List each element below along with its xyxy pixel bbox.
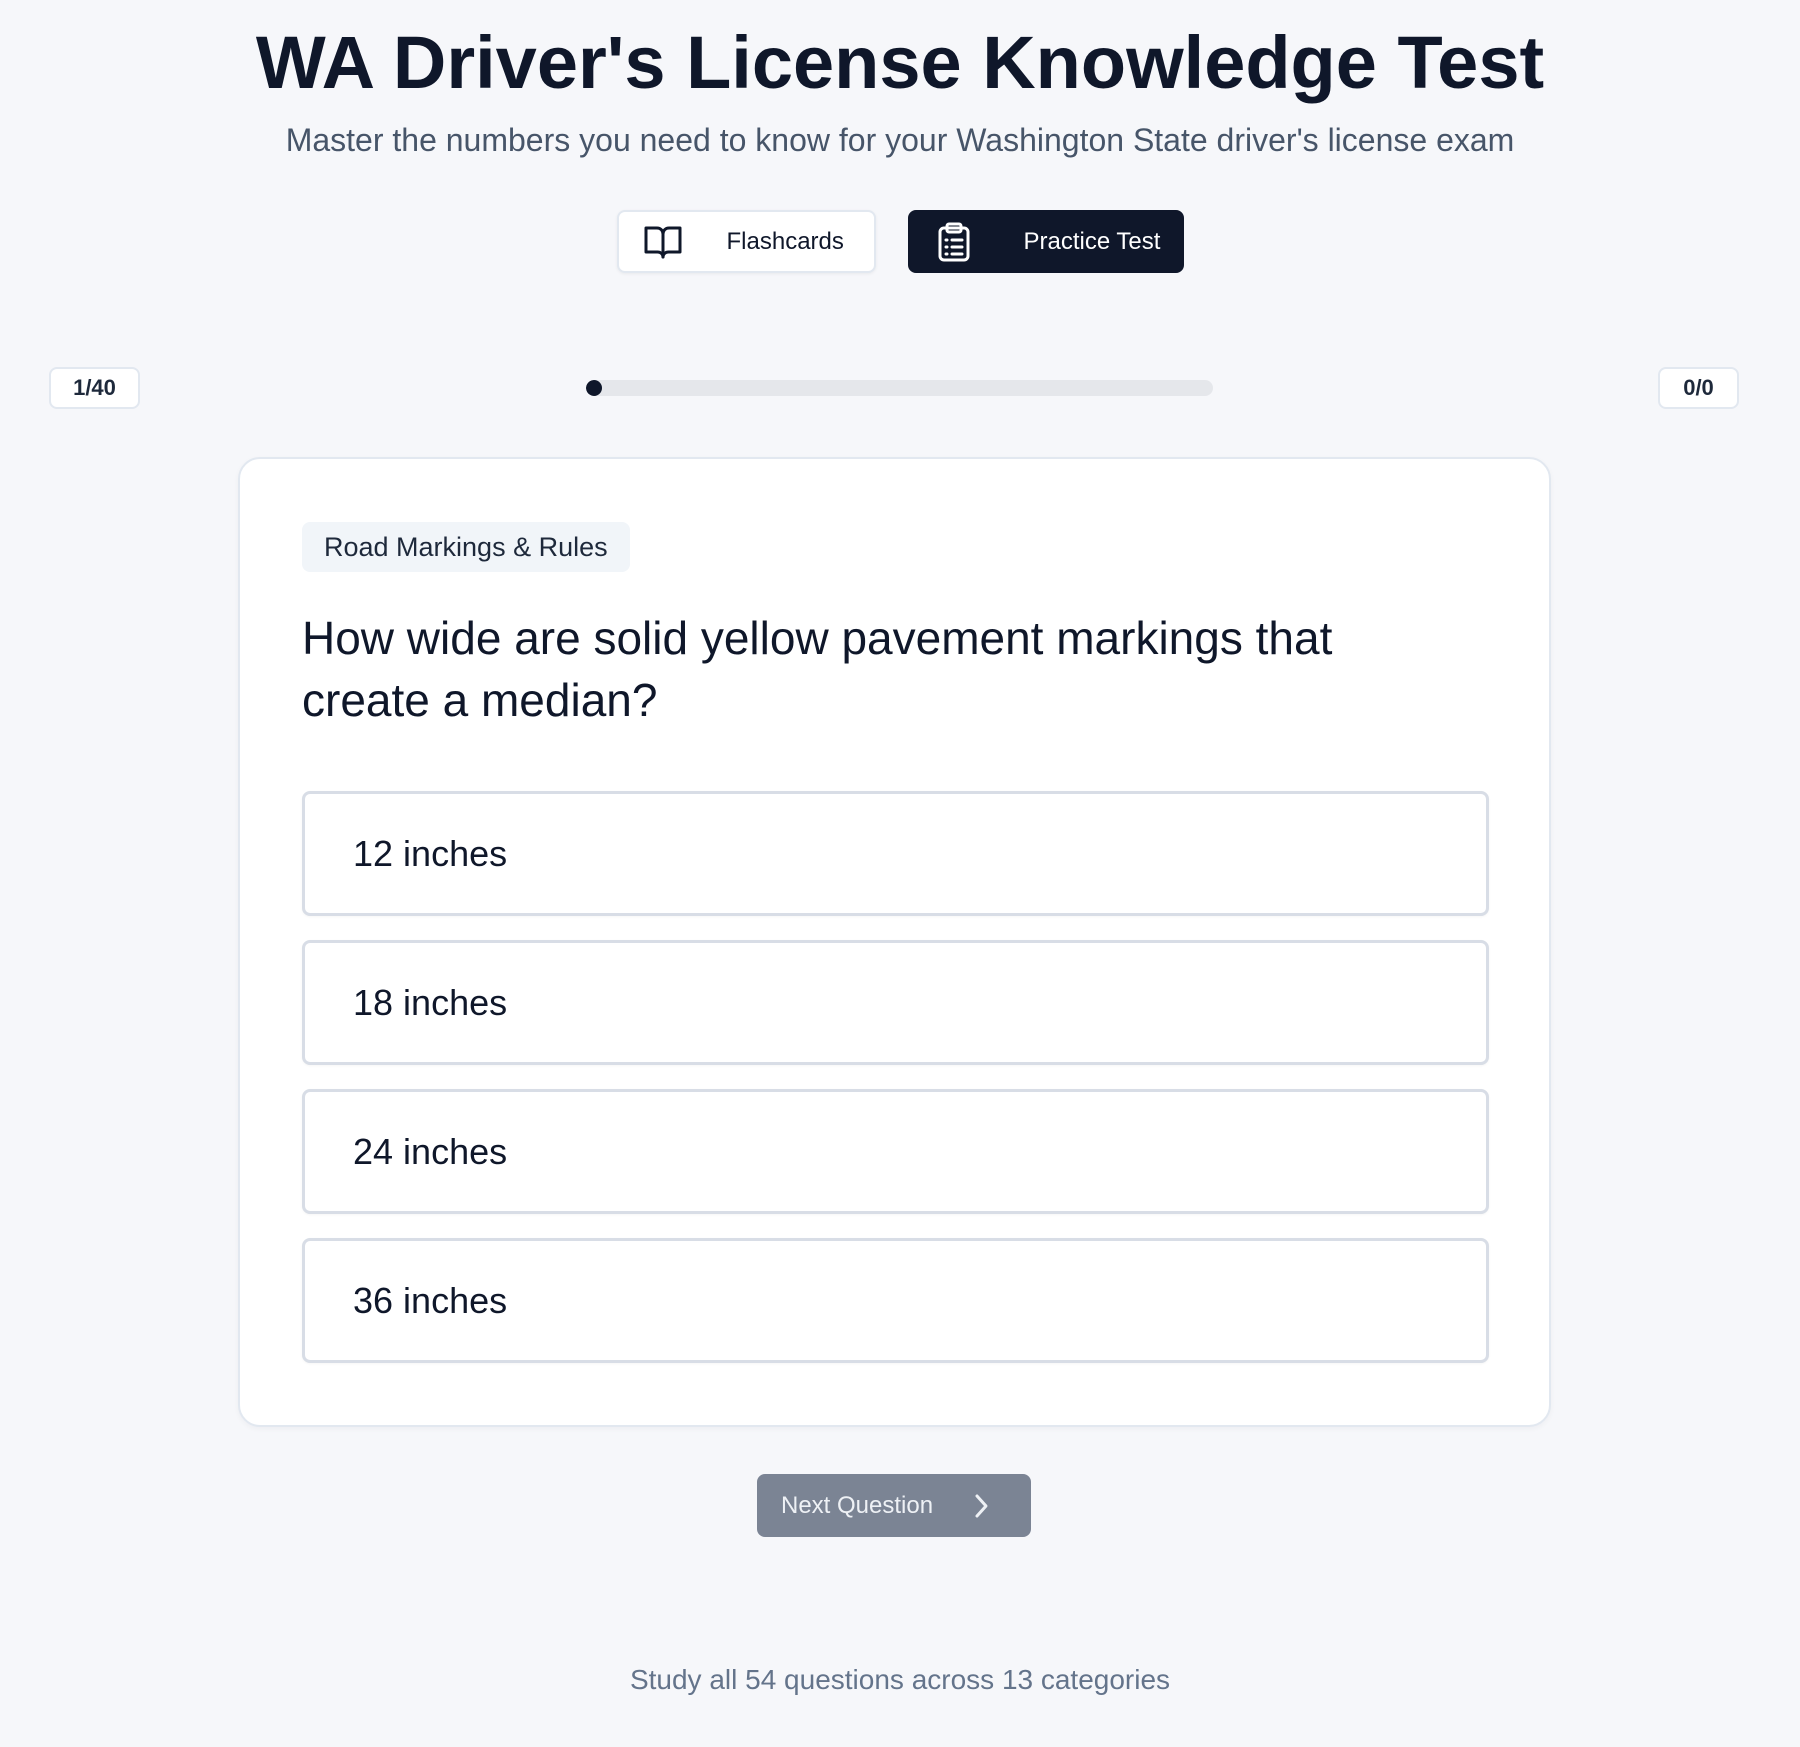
practice-test-button[interactable]: Practice Test [907, 210, 1184, 273]
answer-option[interactable]: 24 inches [302, 1089, 1489, 1214]
question-counter: 1/40 [49, 367, 140, 409]
page-title: WA Driver's License Knowledge Test [255, 21, 1545, 104]
question-text: How wide are solid yellow pavement marki… [302, 612, 1333, 726]
answer-option[interactable]: 18 inches [302, 940, 1489, 1065]
progress-fill [586, 380, 602, 396]
page-subtitle: Master the numbers you need to know for … [285, 122, 1515, 158]
progress-bar [586, 380, 1213, 396]
answer-option[interactable]: 12 inches [302, 791, 1489, 916]
question-card: Road Markings & Rules How wide are solid… [238, 457, 1551, 1427]
category-badge: Road Markings & Rules [302, 522, 630, 572]
flashcards-button[interactable]: Flashcards [616, 210, 876, 273]
mode-switch: Flashcards Practice Test [0, 210, 1800, 273]
clipboard-list-icon [932, 220, 976, 264]
chevron-right-icon [971, 1493, 991, 1519]
flashcards-label: Flashcards [726, 227, 844, 255]
score-counter: 0/0 [1658, 367, 1739, 409]
next-question-button[interactable]: Next Question [757, 1474, 1031, 1537]
answer-option[interactable]: 36 inches [302, 1238, 1489, 1363]
footer-note: Study all 54 questions across 13 categor… [629, 1664, 1171, 1695]
practice-test-label: Practice Test [1023, 227, 1161, 255]
next-question-label: Next Question [781, 1491, 934, 1519]
answer-options: 12 inches 18 inches 24 inches 36 inches [302, 791, 1489, 1387]
book-open-icon [641, 220, 685, 264]
